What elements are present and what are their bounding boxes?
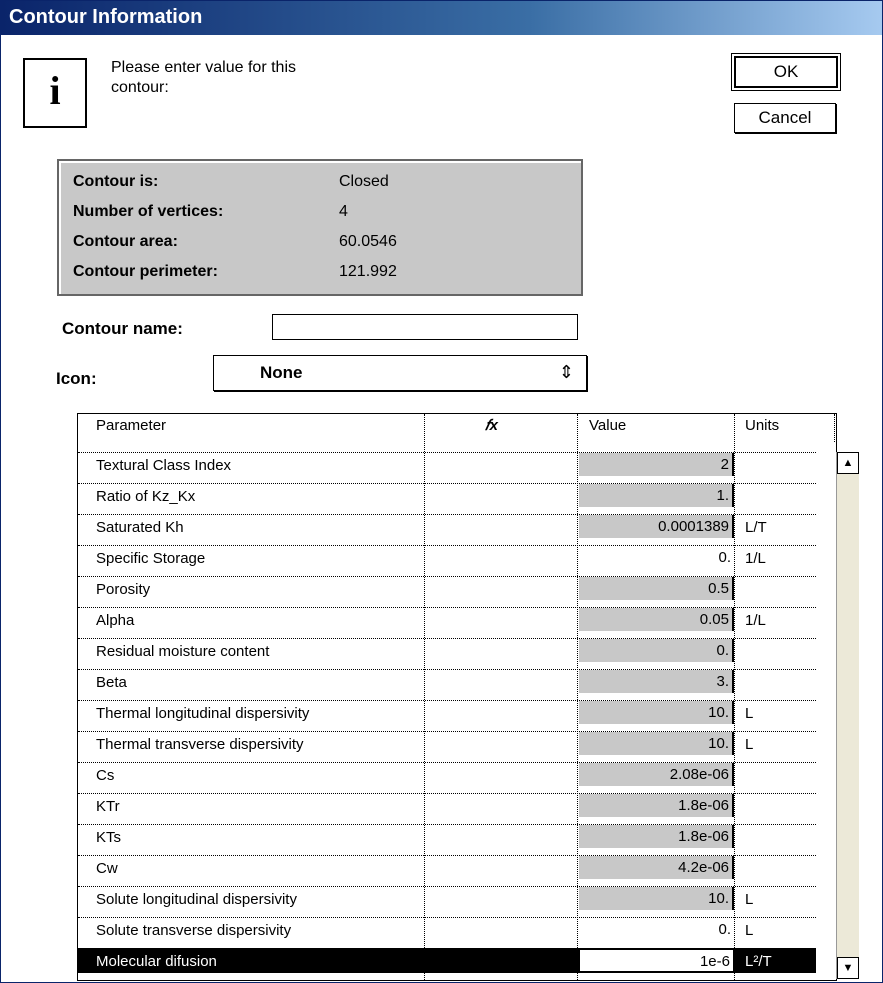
table-row[interactable]: Thermal transverse dispersivity 10. L xyxy=(78,731,816,756)
value-cell[interactable]: 3. xyxy=(579,670,734,693)
parameter-cell: Alpha xyxy=(96,612,135,629)
value-cell[interactable]: 4.2e-06 xyxy=(579,856,734,879)
units-cell: L xyxy=(745,736,754,753)
parameter-cell: Specific Storage xyxy=(96,550,206,567)
title-bar[interactable]: Contour Information xyxy=(1,1,882,35)
cancel-button[interactable]: Cancel xyxy=(734,103,836,133)
parameter-cell: Thermal longitudinal dispersivity xyxy=(96,705,310,722)
units-cell: 1/L xyxy=(745,550,766,567)
table-row[interactable]: Textural Class Index 2 xyxy=(78,452,816,477)
value-cell[interactable]: 1e-6 xyxy=(579,949,734,972)
summary-label: Contour perimeter: xyxy=(73,263,218,280)
parameter-cell: Ratio of Kz_Kx xyxy=(96,488,196,505)
header-parameter[interactable]: Parameter xyxy=(96,417,166,434)
parameter-cell: Molecular difusion xyxy=(96,953,217,970)
parameter-cell: Saturated Kh xyxy=(96,519,184,536)
parameter-cell: Residual moisture content xyxy=(96,643,270,660)
contour-name-label: Contour name: xyxy=(62,319,183,338)
scroll-down-icon[interactable]: ▼ xyxy=(837,957,859,979)
value-cell[interactable]: 10. xyxy=(579,887,734,910)
table-row[interactable]: Cw 4.2e-06 xyxy=(78,855,816,880)
units-cell: L xyxy=(745,891,754,908)
summary-value: 121.992 xyxy=(339,263,397,280)
units-cell: L xyxy=(745,922,754,939)
parameter-cell: Solute longitudinal dispersivity xyxy=(96,891,297,908)
parameter-cell: Thermal transverse dispersivity xyxy=(96,736,304,753)
value-cell[interactable]: 0. xyxy=(579,918,734,941)
table-row[interactable]: Solute longitudinal dispersivity 10. L xyxy=(78,886,816,911)
icon-select-value: None xyxy=(260,363,303,382)
table-row[interactable]: Beta 3. xyxy=(78,669,816,694)
parameter-cell: Porosity xyxy=(96,581,151,598)
table-row[interactable]: Specific Storage 0. 1/L xyxy=(78,545,816,570)
units-cell: L²/T xyxy=(745,953,772,970)
summary-value: 60.0546 xyxy=(339,233,397,250)
value-cell[interactable]: 0.05 xyxy=(579,608,734,631)
parameter-cell: Solute transverse dispersivity xyxy=(96,922,292,939)
units-cell: L/T xyxy=(745,519,767,536)
scroll-up-icon[interactable]: ▲ xyxy=(837,452,859,474)
value-cell[interactable]: 0. xyxy=(579,546,734,569)
fx-icon[interactable]: 𝑓x xyxy=(485,417,498,434)
units-cell: L xyxy=(745,705,754,722)
summary-value: 4 xyxy=(339,203,348,220)
icon-label: Icon: xyxy=(56,369,97,388)
table-row[interactable]: Porosity 0.5 xyxy=(78,576,816,601)
summary-label: Number of vertices: xyxy=(73,203,224,220)
table-row[interactable]: Thermal longitudinal dispersivity 10. L xyxy=(78,700,816,725)
updown-arrows-icon: ⇕ xyxy=(558,362,574,382)
header-value[interactable]: Value xyxy=(589,417,626,434)
value-cell[interactable]: 0.0001389 xyxy=(579,515,734,538)
window-title: Contour Information xyxy=(9,6,203,28)
units-cell: 1/L xyxy=(745,612,766,629)
parameter-cell: Cw xyxy=(96,860,118,877)
prompt-line-1: Please enter value for this xyxy=(111,59,296,76)
table-row[interactable]: Residual moisture content 0. xyxy=(78,638,816,663)
prompt-line-2: contour: xyxy=(111,79,169,96)
parameter-grid: Parameter 𝑓x Value Units Textural Class … xyxy=(77,413,859,981)
parameter-cell: KTs xyxy=(96,829,122,846)
parameter-cell: KTr xyxy=(96,798,120,815)
header-units[interactable]: Units xyxy=(745,417,779,434)
table-row[interactable]: Molecular difusion 1e-6 L²/T xyxy=(78,948,816,973)
value-cell[interactable]: 1.8e-06 xyxy=(579,794,734,817)
value-cell[interactable]: 2.08e-06 xyxy=(579,763,734,786)
prompt-text: Please enter value for this contour: xyxy=(111,58,411,98)
summary-label: Contour area: xyxy=(73,233,178,250)
table-row[interactable]: Alpha 0.05 1/L xyxy=(78,607,816,632)
value-cell[interactable]: 1. xyxy=(579,484,734,507)
icon-select[interactable]: None ⇕ xyxy=(213,355,587,391)
value-cell[interactable]: 10. xyxy=(579,732,734,755)
vertical-scrollbar[interactable]: ▲ ▼ xyxy=(836,452,859,979)
parameter-cell: Beta xyxy=(96,674,127,691)
table-row[interactable]: KTs 1.8e-06 xyxy=(78,824,816,849)
value-cell[interactable]: 2 xyxy=(579,453,734,476)
info-icon-glyph: i xyxy=(49,68,61,113)
table-row[interactable]: Cs 2.08e-06 xyxy=(78,762,816,787)
table-row[interactable]: Saturated Kh 0.0001389 L/T xyxy=(78,514,816,539)
value-cell[interactable]: 0.5 xyxy=(579,577,734,600)
contour-information-dialog: Contour Information i Please enter value… xyxy=(0,0,883,983)
column-divider xyxy=(834,414,835,442)
summary-label: Contour is: xyxy=(73,173,159,190)
ok-button[interactable]: OK xyxy=(731,53,841,91)
grid-header: Parameter 𝑓x Value Units xyxy=(78,414,836,442)
parameter-cell: Cs xyxy=(96,767,115,784)
table-row[interactable]: Solute transverse dispersivity 0. L xyxy=(78,917,816,942)
value-cell[interactable]: 10. xyxy=(579,701,734,724)
summary-value: Closed xyxy=(339,173,389,190)
contour-summary-panel: Contour is: Closed Number of vertices: 4… xyxy=(57,159,583,296)
parameter-cell: Textural Class Index xyxy=(96,457,232,474)
value-cell[interactable]: 1.8e-06 xyxy=(579,825,734,848)
value-cell[interactable]: 0. xyxy=(579,639,734,662)
contour-name-input[interactable] xyxy=(272,314,578,340)
table-row[interactable]: KTr 1.8e-06 xyxy=(78,793,816,818)
table-row[interactable]: Ratio of Kz_Kx 1. xyxy=(78,483,816,508)
info-icon: i xyxy=(23,58,87,128)
